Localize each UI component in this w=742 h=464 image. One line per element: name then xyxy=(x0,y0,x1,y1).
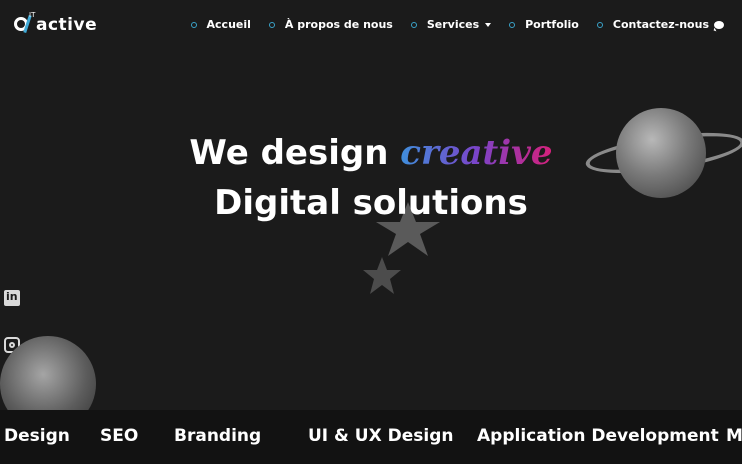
nav-accueil[interactable]: Accueil xyxy=(190,18,251,31)
nav-label: Accueil xyxy=(206,18,251,31)
ticker-item: Branding xyxy=(174,426,262,446)
logo-superscript: IT xyxy=(29,11,36,19)
nav-label: Contactez-nous xyxy=(612,18,709,31)
bullet-icon xyxy=(190,21,197,28)
nav-contact[interactable]: Contactez-nous xyxy=(596,18,724,31)
linkedin-icon[interactable]: in xyxy=(4,290,20,306)
nav-services[interactable]: Services xyxy=(410,18,492,31)
logo[interactable]: IT active xyxy=(14,11,98,38)
bullet-icon xyxy=(410,21,417,28)
nav-label: À propos de nous xyxy=(284,18,393,31)
nav-label: Services xyxy=(426,18,480,31)
logo-mark-icon: IT xyxy=(14,11,36,36)
services-ticker: Design SEO Branding UI & UX Design Appli… xyxy=(0,410,742,464)
ticker-item: Application Development xyxy=(477,426,719,446)
logo-text: active xyxy=(36,15,98,35)
nav-portfolio[interactable]: Portfolio xyxy=(509,18,579,31)
nav-label: Portfolio xyxy=(525,18,579,31)
star-icon xyxy=(363,257,401,294)
chat-icon xyxy=(714,20,724,29)
hero-line-1: We design creative xyxy=(0,128,742,178)
hero-prefix: We design xyxy=(189,133,389,173)
bullet-icon xyxy=(596,21,603,28)
nav-a-propos[interactable]: À propos de nous xyxy=(268,18,393,31)
ticker-item: SEO xyxy=(100,426,139,446)
ticker-item: UI & UX Design xyxy=(308,426,454,446)
chevron-down-icon xyxy=(485,22,492,27)
bullet-icon xyxy=(268,21,275,28)
ticker-item: Design xyxy=(4,426,70,446)
bullet-icon xyxy=(509,21,516,28)
hero-accent-word: creative xyxy=(400,133,553,173)
ticker-item: M xyxy=(726,426,742,446)
hero-heading: We design creative Digital solutions xyxy=(0,128,742,228)
main-nav: Accueil À propos de nous Services Portfo… xyxy=(173,18,724,31)
hero-line-2: Digital solutions xyxy=(214,183,528,223)
